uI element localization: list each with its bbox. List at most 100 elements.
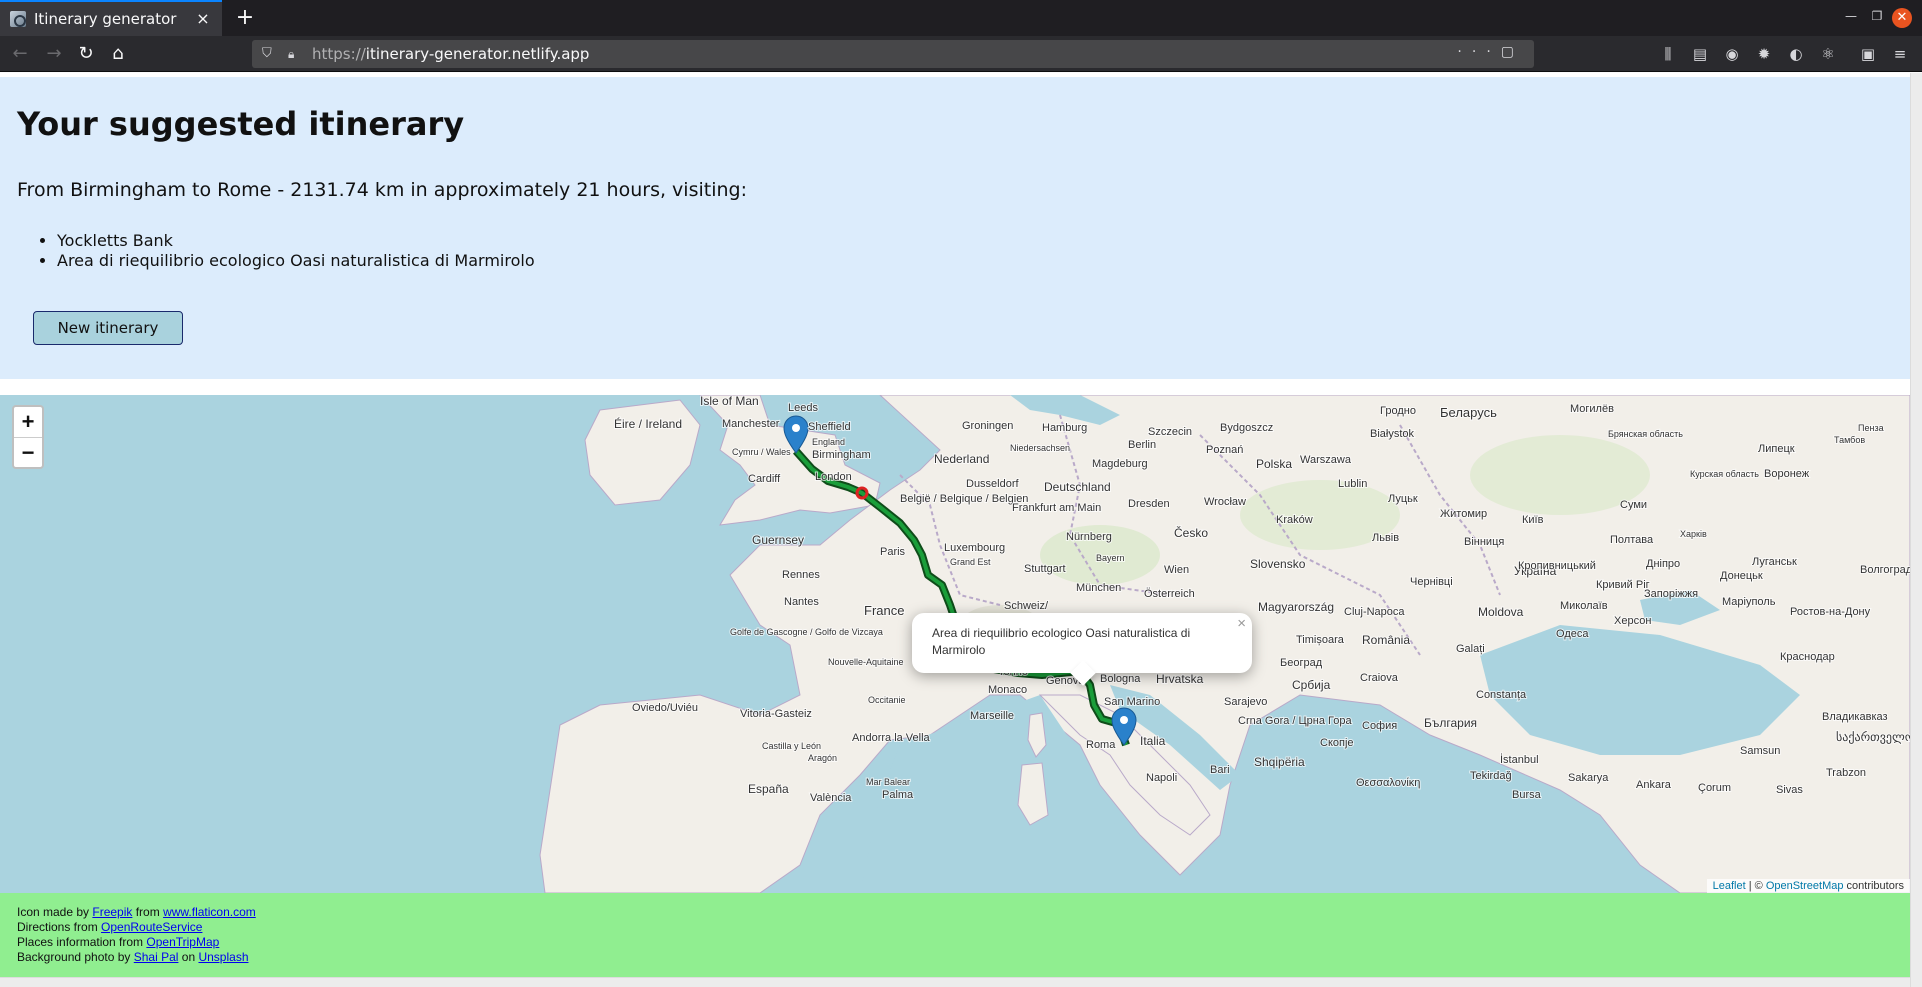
label-skopje: Скопје (1320, 737, 1354, 749)
attribution-tail: contributors (1843, 880, 1904, 892)
credit-text: Directions from (17, 920, 102, 934)
label-lutsk: Луцьк (1388, 493, 1418, 505)
credit-places: Places information from OpenTripMap (17, 935, 1893, 950)
window-close-icon[interactable]: ✕ (1892, 8, 1912, 28)
label-dusseldorf: Dusseldorf (966, 478, 1020, 490)
library-icon[interactable]: ⫼ (1658, 44, 1678, 64)
forward-arrow-icon[interactable]: → (40, 40, 68, 68)
new-itinerary-button[interactable]: New itinerary (33, 311, 183, 345)
page-actions-icon[interactable]: ···▢ (1457, 44, 1524, 60)
label-nederland: Nederland (934, 452, 989, 466)
label-palma: Palma (882, 789, 914, 801)
label-nantes: Nantes (784, 596, 819, 608)
label-vitoria: Vitoria-Gasteiz (740, 708, 812, 720)
label-rostov: Ростов-на-Дону (1790, 606, 1871, 618)
label-roma: Roma (1086, 739, 1116, 751)
label-marseille: Marseille (970, 710, 1014, 722)
shai-pal-link[interactable]: Shai Pal (134, 950, 179, 964)
credit-text: Icon made by (17, 905, 93, 919)
sidebar-icon[interactable]: ▤ (1690, 44, 1710, 64)
opentripmap-link[interactable]: OpenTripMap (146, 935, 219, 949)
label-espana: España (748, 782, 789, 796)
label-zhytomyr: Житомир (1440, 508, 1487, 520)
page-title: Your suggested itinerary (17, 105, 465, 143)
label-bialystok: Białystok (1370, 428, 1415, 440)
react-devtools-icon[interactable]: ⚛ (1818, 44, 1838, 64)
label-lipetsk: Липецк (1758, 443, 1795, 455)
openrouteservice-link[interactable]: OpenRouteService (101, 920, 202, 934)
window-minimize-icon[interactable]: — (1842, 9, 1860, 23)
horizontal-scrollbar[interactable] (0, 977, 1910, 987)
zoom-out-button[interactable]: − (14, 437, 42, 467)
label-schweiz: Schweiz/ (1004, 600, 1049, 612)
credit-directions: Directions from OpenRouteService (17, 920, 1893, 935)
label-dnipro: Дніпро (1646, 558, 1680, 570)
url-text[interactable]: https://itinerary-generator.netlify.app (312, 45, 589, 63)
credits-footer: Icon made by Freepik from www.flaticon.c… (0, 893, 1910, 977)
label-bulgaria: България (1424, 716, 1477, 730)
label-poltava: Полтава (1610, 534, 1654, 546)
label-napoli: Napoli (1146, 772, 1177, 784)
label-kherson: Херсон (1614, 615, 1651, 627)
label-cardiff: Cardiff (748, 473, 781, 485)
vertical-scrollbar[interactable] (1910, 73, 1922, 987)
unsplash-link[interactable]: Unsplash (198, 950, 248, 964)
browser-tab-active[interactable]: Itinerary generator × (0, 0, 222, 36)
label-moldova: Moldova (1478, 605, 1524, 619)
lock-icon[interactable]: 🔒︎ (288, 47, 302, 61)
label-tambov: Тамбов (1834, 435, 1865, 445)
label-warszawa: Warszawa (1300, 454, 1352, 466)
extensions-icon[interactable]: ▣ (1858, 44, 1878, 64)
extension-gear-icon[interactable]: ✹ (1754, 44, 1774, 64)
label-stuttgart: Stuttgart (1024, 563, 1066, 575)
label-castilla: Castilla y León (762, 741, 821, 751)
label-frankfurt: Frankfurt am Main (1012, 502, 1101, 514)
label-timisoara: Timișoara (1296, 634, 1345, 646)
list-item: Yockletts Bank (57, 231, 1910, 251)
itinerary-summary: From Birmingham to Rome - 2131.74 km in … (17, 179, 747, 201)
label-voronezh: Воронеж (1764, 468, 1810, 480)
route-map[interactable]: Isle of Man Leeds Éire / Ireland Manchester… (0, 395, 1910, 893)
label-england: England (812, 437, 845, 447)
label-ankara: Ankara (1636, 779, 1672, 791)
reload-icon[interactable]: ↻ (72, 40, 100, 68)
zoom-control: + − (12, 405, 44, 469)
credit-text: from (132, 905, 164, 919)
credit-text: on (178, 950, 199, 964)
window-restore-icon[interactable]: ❐ (1868, 9, 1886, 23)
label-srbija: Србија (1292, 678, 1331, 692)
leaflet-link[interactable]: Leaflet (1713, 880, 1746, 892)
label-oviedo: Oviedo/Uviéu (632, 702, 698, 714)
label-wroclaw: Wrocław (1204, 496, 1246, 508)
label-london: London (815, 471, 852, 483)
label-manchester: Manchester (722, 418, 780, 430)
back-arrow-icon[interactable]: ← (6, 40, 34, 68)
browser-navbar: ← → ↻ ⌂ ⛉ 🔒︎ https://itinerary-generator… (0, 36, 1922, 72)
zoom-in-button[interactable]: + (14, 407, 42, 437)
extension-moon-icon[interactable]: ◐ (1786, 44, 1806, 64)
label-lviv: Львів (1372, 532, 1399, 544)
openstreetmap-link[interactable]: OpenStreetMap (1766, 880, 1844, 892)
home-icon[interactable]: ⌂ (104, 40, 132, 68)
tracking-shield-icon[interactable]: ⛉ (262, 46, 276, 62)
menu-icon[interactable]: ≡ (1890, 44, 1910, 64)
label-lublin: Lublin (1338, 478, 1367, 490)
tab-close-icon[interactable]: × (194, 10, 212, 28)
label-kursk: Курская область (1690, 469, 1759, 479)
label-munchen: München (1076, 582, 1121, 594)
label-andorra: Andorra la Vella (852, 732, 931, 744)
itinerary-panel: Your suggested itinerary From Birmingham… (0, 77, 1910, 379)
new-tab-button[interactable]: + (232, 5, 258, 31)
label-magdeburg: Magdeburg (1092, 458, 1148, 470)
url-bar[interactable]: ⛉ 🔒︎ https://itinerary-generator.netlify… (252, 40, 1534, 68)
popup-text: Area di riequilibrio ecologico Oasi natu… (932, 626, 1191, 657)
label-sumy: Суми (1620, 499, 1647, 511)
popup-close-icon[interactable]: × (1237, 615, 1246, 632)
label-birmingham: Birmingham (812, 449, 871, 461)
map-attribution: Leaflet | © OpenStreetMap contributors (1706, 879, 1910, 893)
account-icon[interactable]: ◉ (1722, 44, 1742, 64)
label-osterreich: Österreich (1144, 588, 1195, 600)
flaticon-link[interactable]: www.flaticon.com (163, 905, 256, 919)
label-luxembourg: Luxembourg (944, 542, 1005, 554)
freepik-link[interactable]: Freepik (92, 905, 132, 919)
